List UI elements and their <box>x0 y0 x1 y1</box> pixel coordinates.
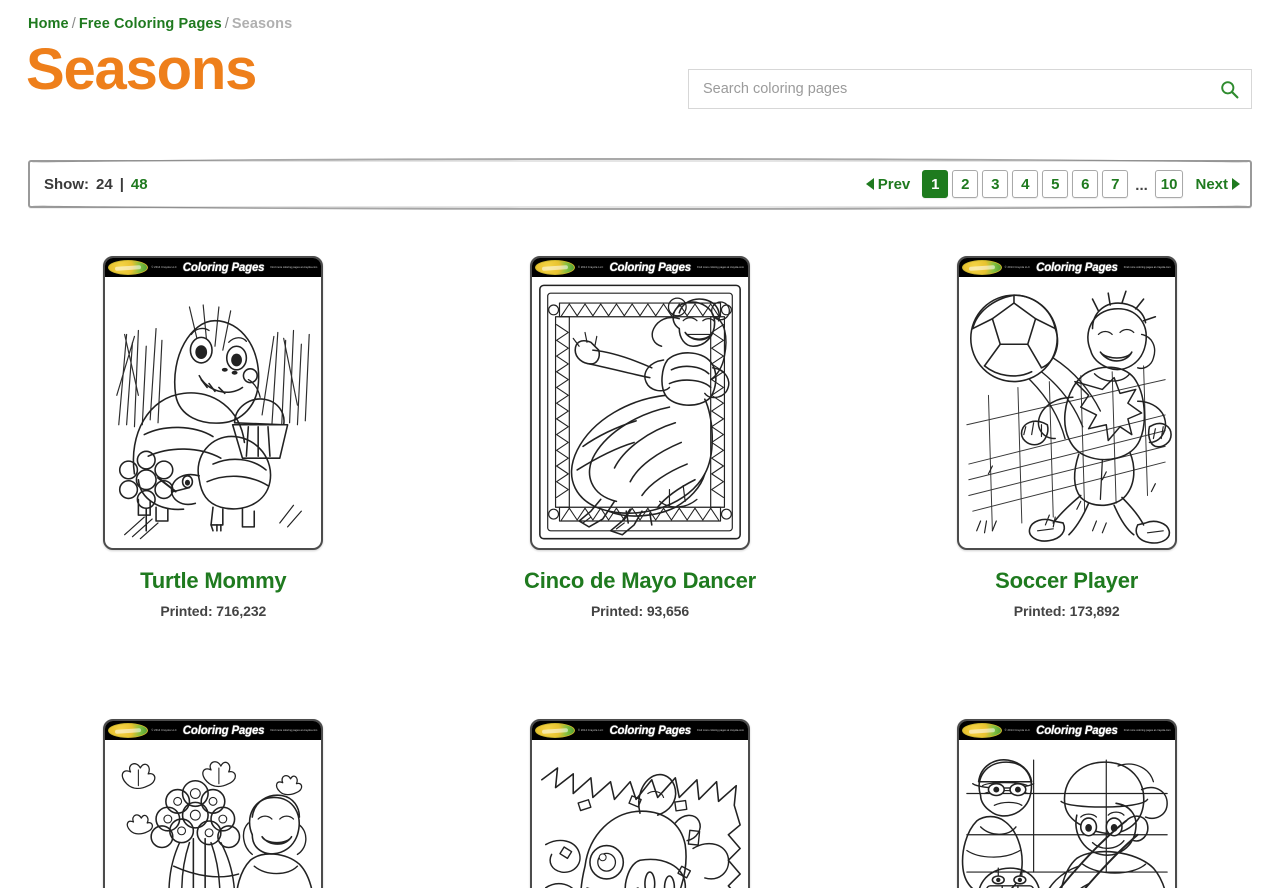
crayola-logo-icon <box>108 723 149 738</box>
crayola-logo-icon <box>961 723 1002 738</box>
artwork-soccer-player <box>959 277 1175 548</box>
breadcrumb-separator: / <box>71 16 76 32</box>
banner-title: Coloring Pages <box>182 261 265 274</box>
banner-url: Find more coloring pages at crayola.com <box>1123 266 1171 269</box>
artwork-pinata <box>532 740 748 888</box>
coloring-page-card[interactable]: © 2014 Crayola LLC Coloring Pages Find m… <box>427 719 854 888</box>
banner-url: Find more coloring pages at crayola.com <box>697 729 744 732</box>
coloring-page-card[interactable]: © 2014 Crayola LLC Coloring Pages Find m… <box>0 256 427 619</box>
caret-left-icon <box>865 178 874 190</box>
banner-copyright: © 2014 Crayola LLC <box>1004 266 1030 269</box>
pagination: Prev 1 2 3 4 5 6 7 ... 10 Next <box>862 160 1244 208</box>
banner-title: Coloring Pages <box>182 724 265 737</box>
page-title: Seasons <box>26 37 257 102</box>
crayola-logo-icon <box>108 260 149 275</box>
pagination-page-10[interactable]: 10 <box>1154 170 1184 198</box>
coloring-page-thumbnail[interactable]: © 2014 Crayola LLC Coloring Pages Find m… <box>103 256 324 550</box>
coloring-page-print-count: Printed: 173,892 <box>1013 603 1120 619</box>
banner-title: Coloring Pages <box>609 261 691 274</box>
banner-copyright: © 2014 Crayola LLC <box>151 266 177 269</box>
coloring-page-title: Soccer Player <box>995 568 1139 593</box>
coloring-page-card[interactable]: © 2014 Crayola LLC Coloring Pages Find m… <box>853 719 1280 888</box>
artwork-baseball-batter <box>959 740 1175 888</box>
artwork-maypole-dance <box>105 740 321 888</box>
artwork-cinco-de-mayo-dancer <box>532 277 748 548</box>
breadcrumb-item-free-coloring-pages[interactable]: Free Coloring Pages <box>79 16 222 32</box>
caret-right-icon <box>1232 178 1240 190</box>
coloring-page-thumbnail[interactable]: © 2014 Crayola LLC Coloring Pages Find m… <box>529 719 750 888</box>
pagination-prev-label: Prev <box>877 175 911 193</box>
banner-url: Find more coloring pages at crayola.com <box>1123 729 1171 732</box>
coloring-page-card[interactable]: © 2014 Crayola LLC Coloring Pages Find m… <box>853 256 1280 619</box>
banner-title: Coloring Pages <box>1036 724 1118 737</box>
coloring-page-card[interactable]: © 2014 Crayola LLC Coloring Pages Find m… <box>0 719 427 888</box>
show-divider: | <box>119 175 124 193</box>
breadcrumb-item-home[interactable]: Home <box>28 16 69 32</box>
crayola-banner: © 2014 Crayola LLC Coloring Pages Find m… <box>531 721 748 740</box>
pagination-page-5[interactable]: 5 <box>1042 170 1069 198</box>
pagination-next-button[interactable]: Next <box>1191 176 1244 193</box>
artwork-turtle-mommy <box>105 277 321 548</box>
coloring-page-thumbnail[interactable]: © 2014 Crayola LLC Coloring Pages Find m… <box>956 256 1177 550</box>
banner-title: Coloring Pages <box>1036 261 1118 274</box>
crayola-banner: © 2014 Crayola LLC Coloring Pages Find m… <box>105 721 322 740</box>
banner-url: Find more coloring pages at crayola.com <box>270 729 318 732</box>
coloring-page-title: Cinco de Mayo Dancer <box>524 568 756 593</box>
search-input[interactable] <box>689 70 1207 108</box>
show-option-48[interactable]: 48 <box>131 176 148 193</box>
results-toolbar: Show: 24 | 48 Prev 1 2 3 4 5 6 7 ... 10 … <box>28 158 1252 210</box>
banner-copyright: © 2014 Crayola LLC <box>1004 729 1030 732</box>
banner-url: Find more coloring pages at crayola.com <box>697 266 744 269</box>
coloring-page-thumbnail[interactable]: © 2014 Crayola LLC Coloring Pages Find m… <box>103 719 324 888</box>
crayola-banner: © 2014 Crayola LLC Coloring Pages Find m… <box>958 721 1175 740</box>
crayola-banner: © 2014 Crayola LLC Coloring Pages Find m… <box>531 258 748 277</box>
banner-title: Coloring Pages <box>609 724 691 737</box>
pagination-page-2[interactable]: 2 <box>952 170 979 198</box>
coloring-page-title: Turtle Mommy <box>140 568 287 593</box>
crayola-banner: © 2014 Crayola LLC Coloring Pages Find m… <box>105 258 322 277</box>
coloring-page-thumbnail[interactable]: © 2014 Crayola LLC Coloring Pages Find m… <box>956 719 1177 888</box>
pagination-page-7[interactable]: 7 <box>1102 170 1129 198</box>
crayola-banner: © 2014 Crayola LLC Coloring Pages Find m… <box>958 258 1175 277</box>
breadcrumb-separator: / <box>224 16 229 32</box>
pagination-page-6[interactable]: 6 <box>1072 170 1099 198</box>
pagination-page-3[interactable]: 3 <box>982 170 1009 198</box>
show-label: Show: <box>44 175 89 193</box>
breadcrumb: Home / Free Coloring Pages / Seasons <box>28 16 292 32</box>
crayola-logo-icon <box>534 723 575 738</box>
search-button[interactable] <box>1207 70 1251 108</box>
crayola-logo-icon <box>961 260 1002 275</box>
breadcrumb-item-seasons: Seasons <box>231 16 293 32</box>
pagination-page-1[interactable]: 1 <box>922 170 949 198</box>
coloring-page-thumbnail[interactable]: © 2014 Crayola LLC Coloring Pages Find m… <box>529 256 750 550</box>
search-box[interactable] <box>688 69 1252 109</box>
coloring-page-print-count: Printed: 716,232 <box>160 603 267 619</box>
coloring-page-print-count: Printed: 93,656 <box>590 603 690 619</box>
banner-copyright: © 2014 Crayola LLC <box>151 729 177 732</box>
banner-copyright: © 2014 Crayola LLC <box>577 729 604 732</box>
pagination-prev-button[interactable]: Prev <box>862 176 915 193</box>
banner-url: Find more coloring pages at crayola.com <box>270 266 318 269</box>
search-icon <box>1220 80 1238 98</box>
pagination-next-label: Next <box>1195 175 1228 193</box>
coloring-pages-grid: © 2014 Crayola LLC Coloring Pages Find m… <box>0 256 1280 888</box>
banner-copyright: © 2014 Crayola LLC <box>577 266 604 269</box>
pagination-ellipsis: ... <box>1135 177 1148 194</box>
show-per-page-group: Show: 24 | 48 <box>44 160 148 208</box>
pagination-page-4[interactable]: 4 <box>1012 170 1039 198</box>
crayola-logo-icon <box>534 260 575 275</box>
show-option-24[interactable]: 24 <box>96 176 113 193</box>
page-root: Home / Free Coloring Pages / Seasons Seasons… <box>0 0 1280 888</box>
coloring-page-card[interactable]: © 2014 Crayola LLC Coloring Pages Find m… <box>427 256 854 619</box>
